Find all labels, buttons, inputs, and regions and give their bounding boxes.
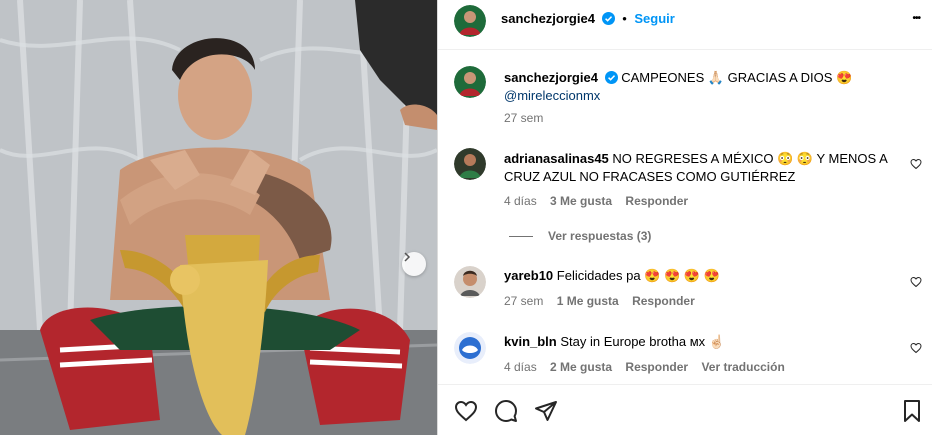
post-side-panel: sanchezjorgie4 • Seguir ••• sanchezjorgi… <box>438 0 932 435</box>
chevron-right-icon <box>404 252 411 262</box>
follow-button[interactable]: Seguir <box>634 11 674 26</box>
comment-meta: 4 días 2 Me gusta Responder Ver traducci… <box>504 360 785 374</box>
comment-time[interactable]: 27 sem <box>504 294 543 308</box>
comment-meta: 27 sem 1 Me gusta Responder <box>504 294 695 308</box>
comment-avatar[interactable] <box>454 148 486 180</box>
reply-button[interactable]: Responder <box>625 194 688 208</box>
caption-username[interactable]: sanchezjorgie4 <box>504 70 598 85</box>
photo-illustration <box>0 0 437 435</box>
avatar-image <box>454 266 486 298</box>
comment-text: Felicidades pa 😍 😍 😍 😍 <box>556 268 720 283</box>
caption-time[interactable]: 27 sem <box>504 111 543 125</box>
comment-likes[interactable]: 3 Me gusta <box>550 194 612 208</box>
comment-avatar[interactable] <box>454 266 486 298</box>
comment-likes[interactable]: 1 Me gusta <box>557 294 619 308</box>
caption: sanchezjorgie4 CAMPEONES 🙏🏻 GRACIAS A DI… <box>504 69 904 105</box>
avatar-image <box>454 66 486 98</box>
comment-body: adrianasalinas45 NO REGRESES A MÉXICO 😳 … <box>504 150 904 186</box>
bookmark-icon[interactable] <box>900 399 924 423</box>
post-actions-bar <box>438 384 932 435</box>
caption-avatar[interactable] <box>454 66 486 98</box>
caption-mention[interactable]: @mireleccionmx <box>504 88 600 103</box>
comment-body: kvin_bln Stay in Europe brotha мх ☝🏻 <box>504 333 904 351</box>
reply-button[interactable]: Responder <box>632 294 695 308</box>
heart-icon[interactable] <box>454 399 478 423</box>
avatar-image <box>454 5 486 37</box>
comment-meta: 4 días 3 Me gusta Responder <box>504 194 688 208</box>
next-photo-button[interactable] <box>402 252 426 276</box>
comment-username[interactable]: adrianasalinas45 <box>504 151 609 166</box>
share-icon[interactable] <box>534 399 558 423</box>
replies-line <box>509 236 533 237</box>
comment-like-icon[interactable] <box>910 158 922 170</box>
post-photo[interactable] <box>0 0 437 435</box>
post-header: sanchezjorgie4 • Seguir ••• <box>438 0 932 50</box>
avatar[interactable] <box>454 5 486 37</box>
reply-button[interactable]: Responder <box>625 360 688 374</box>
comment-avatar[interactable] <box>454 332 486 364</box>
comment-text: Stay in Europe brotha мх ☝🏻 <box>560 334 725 349</box>
header-dot: • <box>622 11 627 26</box>
post-username[interactable]: sanchezjorgie4 <box>501 11 595 26</box>
comment-time[interactable]: 4 días <box>504 360 537 374</box>
comment-like-icon[interactable] <box>910 276 922 288</box>
view-replies-button[interactable]: Ver respuestas (3) <box>548 229 651 243</box>
verified-badge-icon <box>601 12 615 25</box>
comment-icon[interactable] <box>494 399 518 423</box>
comment-likes[interactable]: 2 Me gusta <box>550 360 612 374</box>
comment-username[interactable]: kvin_bln <box>504 334 557 349</box>
comment-body: yareb10 Felicidades pa 😍 😍 😍 😍 <box>504 267 904 285</box>
comment-time[interactable]: 4 días <box>504 194 537 208</box>
comment-username[interactable]: yareb10 <box>504 268 553 283</box>
caption-text: CAMPEONES 🙏🏻 GRACIAS A DIOS 😍 <box>621 70 853 85</box>
avatar-image <box>454 148 486 180</box>
translate-button[interactable]: Ver traducción <box>701 360 784 374</box>
comment-like-icon[interactable] <box>910 342 922 354</box>
verified-badge-icon <box>604 71 618 84</box>
more-options-icon[interactable]: ••• <box>912 13 920 24</box>
avatar-image <box>454 332 486 364</box>
